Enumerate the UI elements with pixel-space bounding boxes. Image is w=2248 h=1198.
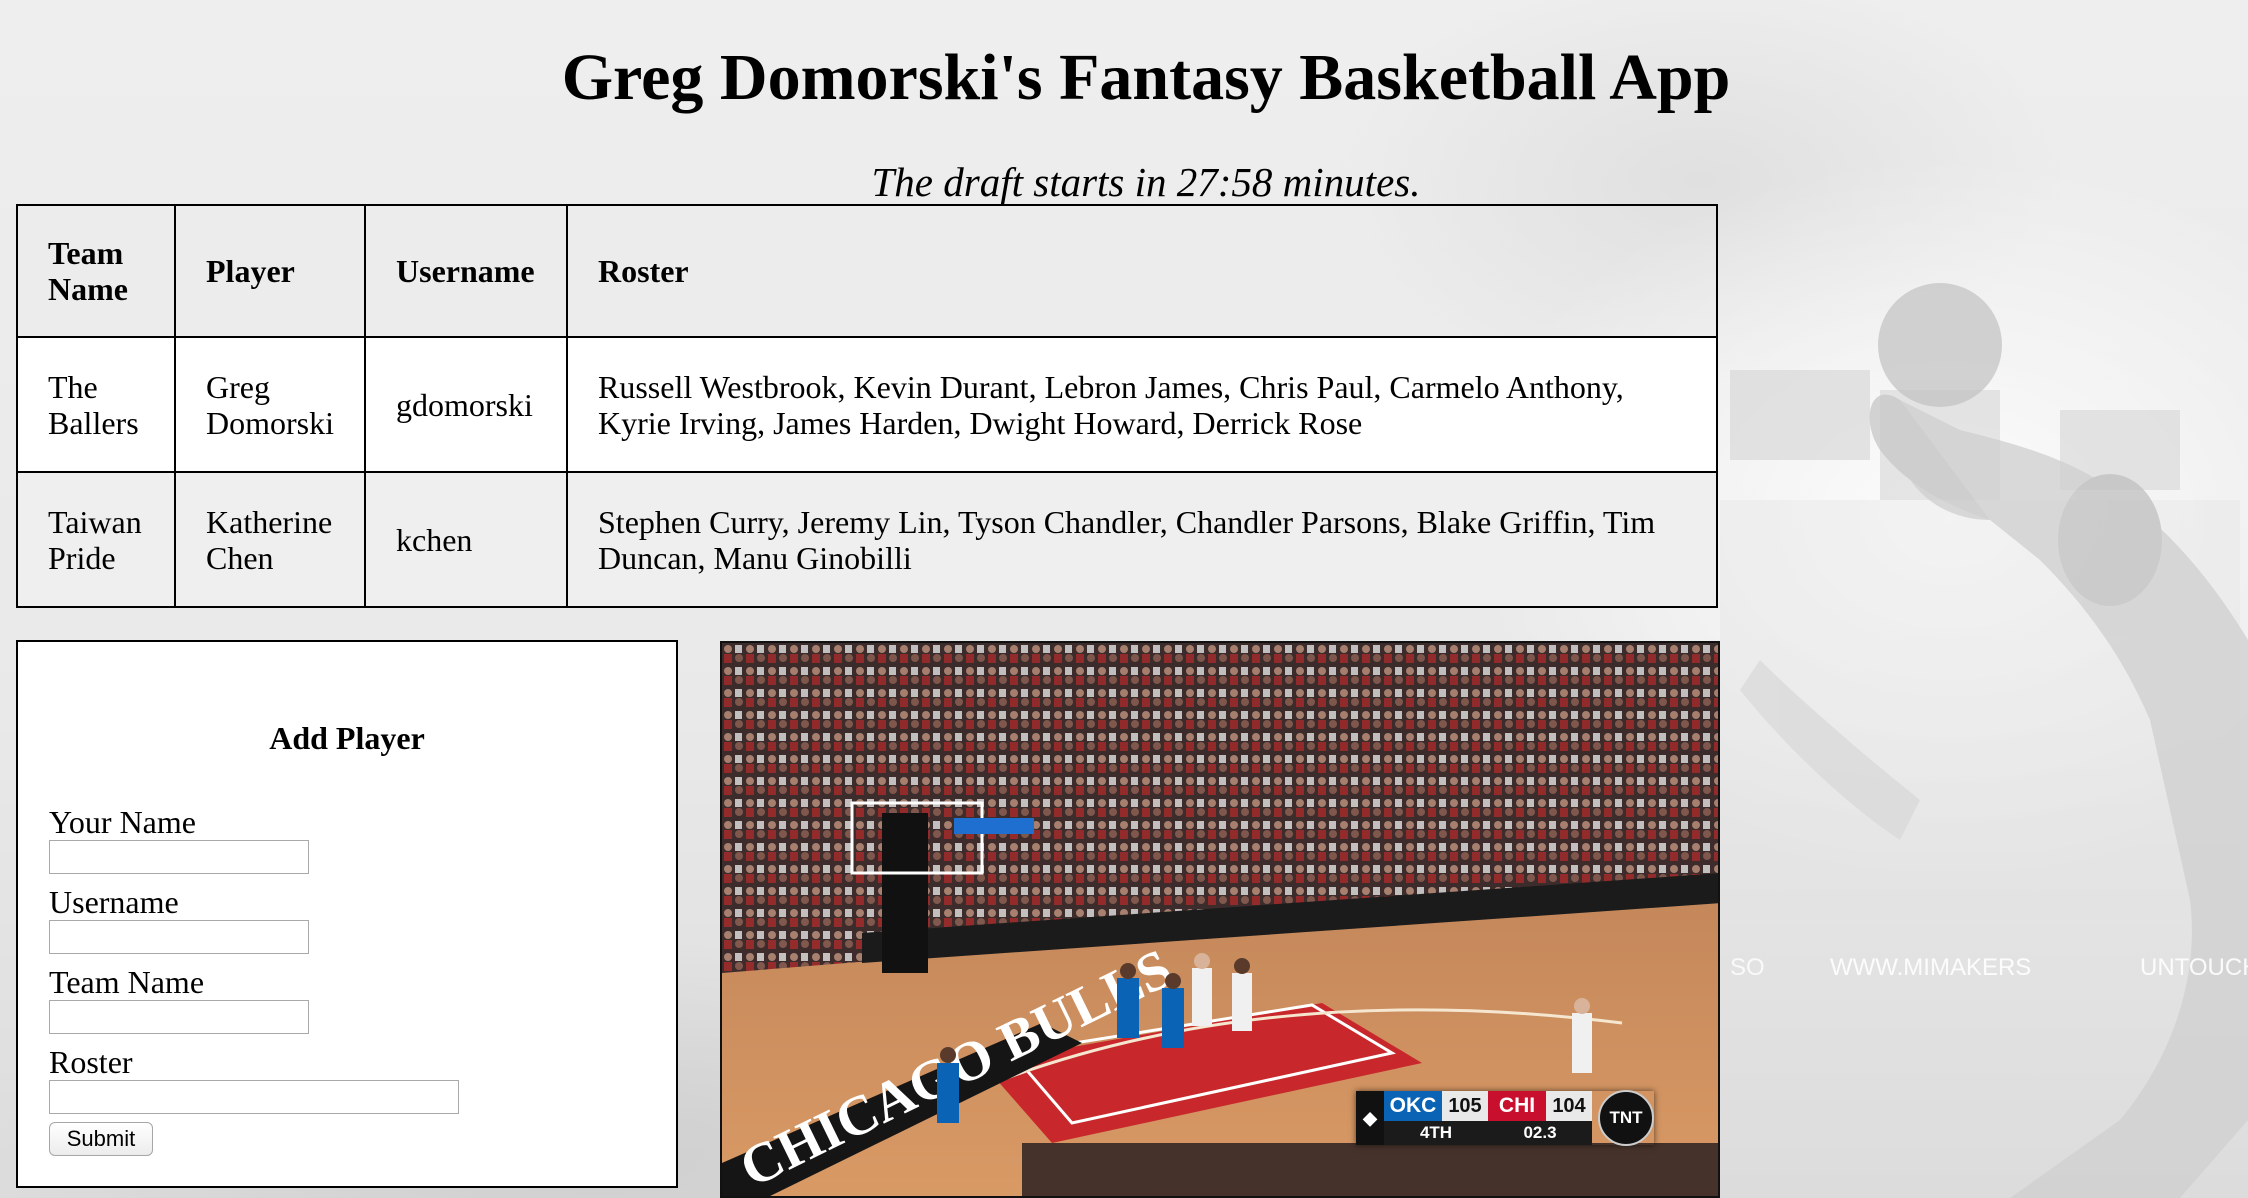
team-name-label: Team Name xyxy=(49,964,205,1000)
add-player-form: Add Player Your Name Username Team Name … xyxy=(16,640,678,1188)
game-video[interactable]: CHICAGO BULLS ◆ OKC 105 4TH CHI 104 02.3… xyxy=(720,641,1720,1198)
roster-label: Roster xyxy=(49,1044,133,1080)
scoreboard-overlay: ◆ OKC 105 4TH CHI 104 02.3 TNT xyxy=(1356,1090,1654,1146)
your-name-label: Your Name xyxy=(49,804,196,840)
username-label: Username xyxy=(49,884,179,920)
team-name-input[interactable] xyxy=(49,1000,309,1034)
nba-logo-icon: ◆ xyxy=(1356,1091,1384,1145)
table-header-row: Team Name Player Username Roster xyxy=(16,204,1718,338)
header-player: Player xyxy=(174,204,366,338)
cell-team-name: The Ballers xyxy=(16,336,176,473)
home-team-score: 104 xyxy=(1546,1091,1592,1121)
username-input[interactable] xyxy=(49,920,309,954)
form-title: Add Player xyxy=(269,720,425,756)
away-team-score: 105 xyxy=(1442,1091,1488,1121)
table-row: Taiwan Pride Katherine Chen kchen Stephe… xyxy=(16,471,1718,608)
cell-player: Katherine Chen xyxy=(174,471,366,608)
home-team-block: CHI 104 02.3 xyxy=(1488,1091,1592,1145)
cell-roster: Russell Westbrook, Kevin Durant, Lebron … xyxy=(566,336,1718,473)
teams-table: Team Name Player Username Roster The Bal… xyxy=(16,204,1718,608)
network-logo: TNT xyxy=(1598,1090,1654,1146)
cell-roster: Stephen Curry, Jeremy Lin, Tyson Chandle… xyxy=(566,471,1718,608)
background-watermark: WWW.MIMAKERS xyxy=(1830,954,2031,981)
cell-username: gdomorski xyxy=(364,336,568,473)
game-quarter: 4TH xyxy=(1384,1121,1488,1145)
submit-button[interactable]: Submit xyxy=(49,1122,153,1156)
header-team-name: Team Name xyxy=(16,204,176,338)
page-title: Greg Domorski's Fantasy Basketball App xyxy=(561,41,1731,114)
cell-team-name: Taiwan Pride xyxy=(16,471,176,608)
draft-countdown: The draft starts in 27:58 minutes. xyxy=(871,159,1421,205)
cell-player: Greg Domorski xyxy=(174,336,366,473)
table-row: The Ballers Greg Domorski gdomorski Russ… xyxy=(16,336,1718,473)
header-username: Username xyxy=(364,204,568,338)
home-team-abbr: CHI xyxy=(1488,1091,1546,1121)
header-roster: Roster xyxy=(566,204,1718,338)
svg-text:SO: SO xyxy=(1730,954,1765,981)
cell-username: kchen xyxy=(364,471,568,608)
your-name-input[interactable] xyxy=(49,840,309,874)
away-team-abbr: OKC xyxy=(1384,1091,1442,1121)
roster-input[interactable] xyxy=(49,1080,459,1114)
game-clock: 02.3 xyxy=(1488,1121,1592,1145)
away-team-block: OKC 105 4TH xyxy=(1384,1091,1488,1145)
svg-text:UNTOUCH: UNTOUCH xyxy=(2140,954,2248,981)
